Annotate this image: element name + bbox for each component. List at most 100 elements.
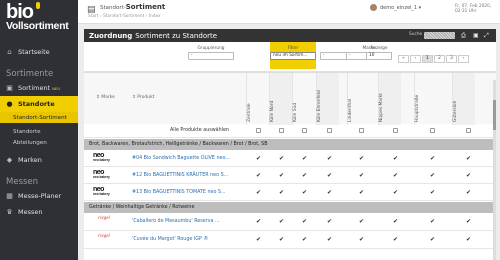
- select-all-checkbox[interactable]: [359, 128, 364, 133]
- user-menu[interactable]: demo_einzel_1 ▾: [370, 4, 421, 11]
- assigned-checkbox[interactable]: ✔: [466, 173, 471, 179]
- nav-sub-standort-sortiment-label: Standort-Sortiment: [13, 114, 67, 121]
- product-link[interactable]: 'Cuvée du Margot' Rouge IGP ®: [132, 237, 208, 242]
- product-link[interactable]: #04 Bio Sandwich Baguette OLIVE neo...: [132, 156, 230, 161]
- filter-filter[interactable]: Filter neu im Sortim...: [270, 42, 316, 69]
- store-col[interactable]: Hauptstraße: [414, 73, 437, 125]
- assigned-checkbox[interactable]: ✔: [279, 173, 284, 179]
- product-link[interactable]: #12 Bio BAGUETTINIS KRÄUTER neo S...: [132, 173, 228, 178]
- assigned-checkbox[interactable]: ✔: [359, 237, 364, 243]
- page-first-button[interactable]: «: [398, 55, 409, 63]
- assigned-checkbox[interactable]: ✔: [430, 237, 435, 243]
- nav-sub-abteilungen[interactable]: Abteilungen: [0, 137, 78, 148]
- print-icon[interactable]: ⎙: [461, 32, 466, 40]
- col-produkt[interactable]: ⇕ Produkt: [132, 95, 154, 100]
- nav-standorte[interactable]: ● Standorte: [0, 96, 78, 112]
- assigned-checkbox[interactable]: ✔: [256, 190, 261, 196]
- nav-marken[interactable]: ◆ Marken: [0, 152, 78, 168]
- select-all-checkbox[interactable]: [279, 128, 284, 133]
- product-link[interactable]: #13 Bio BAGUETTINIS TOMATE neo S...: [132, 190, 226, 195]
- store-col[interactable]: Lindenthal: [347, 73, 370, 125]
- assigned-checkbox[interactable]: ✔: [393, 219, 398, 225]
- select-all-checkbox[interactable]: [256, 128, 261, 133]
- assigned-checkbox[interactable]: ✔: [302, 190, 307, 196]
- nav-sub-standort-sortiment[interactable]: Standort-Sortiment: [0, 112, 78, 123]
- assigned-checkbox[interactable]: ✔: [327, 156, 332, 162]
- col-produkt-label: Produkt: [137, 95, 155, 100]
- scrollbar[interactable]: [493, 80, 496, 260]
- assigned-checkbox[interactable]: ✔: [327, 173, 332, 179]
- assigned-checkbox[interactable]: ✔: [359, 190, 364, 196]
- assigned-checkbox[interactable]: ✔: [393, 156, 398, 162]
- page-2-button[interactable]: 2: [434, 55, 445, 63]
- assigned-checkbox[interactable]: ✔: [430, 173, 435, 179]
- assigned-checkbox[interactable]: ✔: [302, 237, 307, 243]
- assigned-checkbox[interactable]: ✔: [466, 219, 471, 225]
- select-all-checkbox[interactable]: [302, 128, 307, 133]
- store-col-label: Köln Ehrenfeld: [317, 90, 322, 122]
- select-all-checkbox[interactable]: [430, 128, 435, 133]
- assigned-checkbox[interactable]: ✔: [302, 173, 307, 179]
- assigned-checkbox[interactable]: ✔: [256, 156, 261, 162]
- page-1-button[interactable]: 1: [422, 55, 433, 63]
- select-all-checkbox[interactable]: [327, 128, 332, 133]
- assigned-checkbox[interactable]: ✔: [430, 156, 435, 162]
- assigned-checkbox[interactable]: ✔: [327, 190, 332, 196]
- brand-logo-riegel: riegel: [98, 216, 110, 221]
- nav-messen[interactable]: ♛ Messen: [0, 204, 78, 220]
- assigned-checkbox[interactable]: ✔: [256, 219, 261, 225]
- col-marke[interactable]: ⇕ Marke: [96, 95, 115, 100]
- assigned-checkbox[interactable]: ✔: [466, 237, 471, 243]
- assigned-checkbox[interactable]: ✔: [279, 190, 284, 196]
- assigned-checkbox[interactable]: ✔: [327, 219, 332, 225]
- select-all-checkbox[interactable]: [393, 128, 398, 133]
- filter-anzeige-select[interactable]: 10: [366, 52, 392, 60]
- product-link[interactable]: 'Caballero de Mesaumbu' Reserva ...: [132, 219, 220, 224]
- assigned-checkbox[interactable]: ✔: [302, 156, 307, 162]
- assigned-checkbox[interactable]: ✔: [327, 237, 332, 243]
- store-col[interactable]: Zentrale: [246, 73, 269, 125]
- assigned-checkbox[interactable]: ✔: [256, 237, 261, 243]
- breadcrumb[interactable]: Start › Standort-Sortiment › Index: [88, 14, 161, 19]
- save-icon[interactable]: ▣: [473, 32, 479, 39]
- assigned-checkbox[interactable]: ✔: [393, 190, 398, 196]
- assigned-checkbox[interactable]: ✔: [359, 173, 364, 179]
- assigned-checkbox[interactable]: ✔: [393, 237, 398, 243]
- assigned-checkbox[interactable]: ✔: [256, 173, 261, 179]
- store-col[interactable]: Köln Süd: [292, 73, 315, 125]
- store-col[interactable]: Nippes Markt: [378, 73, 401, 125]
- store-col[interactable]: Köln Ehrenfeld: [316, 73, 339, 125]
- assigned-checkbox[interactable]: ✔: [359, 156, 364, 162]
- nav-sortiment[interactable]: ▣ Sortiment NEU: [0, 80, 78, 96]
- nav-sub-standorte[interactable]: Standorte: [0, 126, 78, 137]
- assigned-checkbox[interactable]: ✔: [279, 156, 284, 162]
- store-col[interactable]: Köln Nord: [269, 73, 292, 125]
- brand-logo[interactable]: bio Vollsortiment: [0, 0, 78, 44]
- filter-anzeige[interactable]: Anzeige 10: [366, 45, 392, 60]
- select-all-label[interactable]: Alle Produkte auswählen: [170, 128, 229, 133]
- assigned-checkbox[interactable]: ✔: [302, 219, 307, 225]
- nav-startseite[interactable]: ⌂ Startseite: [0, 44, 78, 60]
- page-prev-button[interactable]: ‹: [410, 55, 421, 63]
- store-col[interactable]: Gütersloh: [452, 73, 475, 125]
- assigned-checkbox[interactable]: ✔: [393, 173, 398, 179]
- page-next-button[interactable]: ›: [458, 55, 469, 63]
- select-all-checkbox[interactable]: [466, 128, 471, 133]
- expand-icon[interactable]: ⤢: [484, 32, 489, 40]
- assigned-checkbox[interactable]: ✔: [359, 219, 364, 225]
- brand-text: neo bakery: [93, 175, 110, 179]
- assigned-checkbox[interactable]: ✔: [430, 219, 435, 225]
- filter-filter-select[interactable]: neu im Sortim...: [270, 52, 316, 60]
- scrollbar-thumb[interactable]: [493, 100, 496, 130]
- search-input[interactable]: [424, 32, 455, 39]
- assigned-checkbox[interactable]: ✔: [430, 190, 435, 196]
- page-3-button[interactable]: 3: [446, 55, 457, 63]
- filter-gruppierung-select[interactable]: -: [188, 52, 234, 60]
- nav-sortiment-label: Sortiment: [18, 84, 51, 92]
- assigned-checkbox[interactable]: ✔: [466, 190, 471, 196]
- assigned-checkbox[interactable]: ✔: [279, 237, 284, 243]
- nav-messe-planer[interactable]: ▦ Messe-Planer: [0, 188, 78, 204]
- assigned-checkbox[interactable]: ✔: [279, 219, 284, 225]
- assigned-checkbox[interactable]: ✔: [466, 156, 471, 162]
- filter-gruppierung[interactable]: Gruppierung -: [188, 45, 234, 60]
